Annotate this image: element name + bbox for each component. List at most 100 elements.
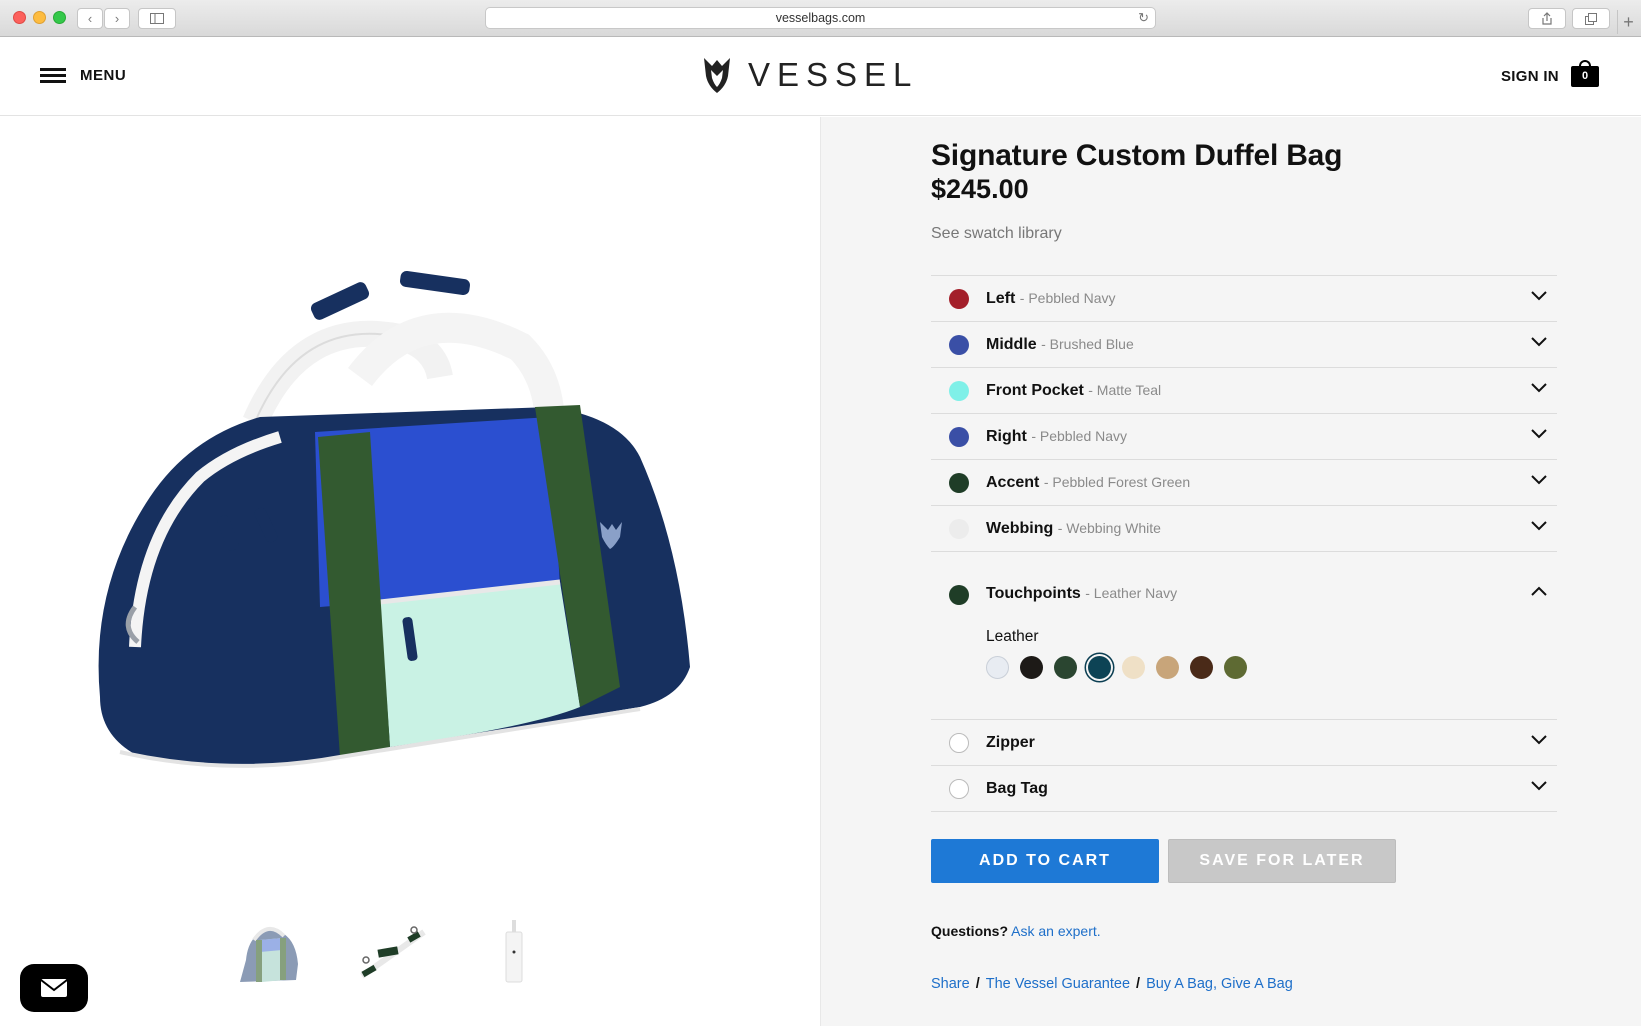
share-icon[interactable] — [1528, 8, 1566, 29]
new-tab-icon[interactable]: + — [1617, 10, 1639, 34]
brand-logo[interactable]: VESSEL — [702, 56, 918, 94]
option-middle[interactable]: Middle - Brushed Blue — [931, 322, 1557, 368]
color-dot — [949, 335, 969, 355]
forward-icon[interactable]: › — [104, 8, 130, 29]
help-line: Questions? Ask an expert. — [931, 923, 1101, 939]
reload-icon[interactable]: ↻ — [1138, 8, 1149, 28]
product-price: $245.00 — [931, 174, 1029, 204]
product-gallery — [0, 117, 820, 1026]
guarantee-link[interactable]: The Vessel Guarantee — [986, 976, 1130, 992]
option-value: - Webbing White — [1057, 520, 1161, 536]
material-label: Leather — [986, 628, 1039, 645]
option-touchpoints[interactable]: Touchpoints - Leather Navy Leather — [931, 552, 1557, 720]
option-left[interactable]: Left - Pebbled Navy — [931, 276, 1557, 322]
option-name: Zipper — [986, 734, 1035, 751]
option-name: Accent — [986, 474, 1040, 491]
chevron-down-icon — [1531, 475, 1547, 485]
give-link[interactable]: Buy A Bag, Give A Bag — [1146, 976, 1293, 992]
color-dot — [949, 289, 969, 309]
leather-swatch[interactable] — [1190, 656, 1213, 679]
option-accent[interactable]: Accent - Pebbled Forest Green — [931, 460, 1557, 506]
vessel-logo-icon — [704, 58, 730, 93]
option-name: Right — [986, 428, 1027, 445]
cart-count: 0 — [1571, 66, 1599, 87]
thumbnail-bag-front[interactable] — [232, 917, 308, 987]
ask-expert-link[interactable]: Ask an expert. — [1011, 923, 1101, 939]
address-bar[interactable]: vesselbags.com ↻ — [485, 7, 1156, 29]
product-title: Signature Custom Duffel Bag — [931, 139, 1343, 172]
chevron-down-icon — [1531, 337, 1547, 347]
cart-button[interactable]: 0 — [1571, 60, 1599, 87]
option-zipper[interactable]: Zipper — [931, 720, 1557, 766]
browser-toolbar: ‹ › vesselbags.com ↻ + — [0, 0, 1641, 37]
swatch-library-link[interactable]: See swatch library — [931, 225, 1062, 243]
save-for-later-button[interactable]: SAVE FOR LATER — [1168, 839, 1396, 883]
option-value: - Pebbled Navy — [1031, 428, 1128, 444]
share-link[interactable]: Share — [931, 976, 970, 992]
leather-swatch-group — [986, 656, 1247, 679]
option-bag-tag[interactable]: Bag Tag — [931, 766, 1557, 812]
option-right[interactable]: Right - Pebbled Navy — [931, 414, 1557, 460]
option-name: Webbing — [986, 520, 1054, 537]
chevron-down-icon — [1531, 781, 1547, 791]
brand-wordmark: VESSEL — [748, 56, 919, 93]
option-name: Left — [986, 290, 1016, 307]
tabs-overview-icon[interactable] — [1572, 8, 1610, 29]
leather-swatch[interactable] — [986, 656, 1009, 679]
chevron-down-icon — [1531, 735, 1547, 745]
color-dot — [949, 519, 969, 539]
leather-swatch[interactable] — [1156, 656, 1179, 679]
site-header: MENU VESSEL SIGN IN 0 — [0, 37, 1641, 116]
option-list: Left - Pebbled Navy Middle - Brushed Blu… — [931, 275, 1557, 812]
color-dot — [949, 381, 969, 401]
thumbnail-strip — [232, 917, 552, 987]
leather-swatch[interactable] — [1224, 656, 1247, 679]
color-dot — [949, 473, 969, 493]
minimize-window-button[interactable] — [33, 11, 46, 24]
back-icon[interactable]: ‹ — [77, 8, 103, 29]
separator: / — [1136, 976, 1141, 992]
email-signup-button[interactable] — [20, 964, 88, 1012]
chevron-down-icon — [1531, 429, 1547, 439]
thumbnail-bag-tag[interactable] — [476, 917, 552, 987]
separator: / — [975, 976, 980, 992]
sign-in-link[interactable]: SIGN IN — [1501, 68, 1559, 85]
option-webbing[interactable]: Webbing - Webbing White — [931, 506, 1557, 552]
option-name: Touchpoints — [986, 585, 1081, 602]
option-value: - Pebbled Navy — [1019, 290, 1116, 306]
leather-swatch[interactable] — [1020, 656, 1043, 679]
leather-swatch[interactable] — [1054, 656, 1077, 679]
option-value: - Leather Navy — [1085, 585, 1178, 601]
color-dot — [949, 585, 969, 605]
hamburger-icon — [40, 68, 66, 83]
thumbnail-strap[interactable] — [354, 917, 430, 987]
add-to-cart-button[interactable]: ADD TO CART — [931, 839, 1159, 883]
footer-links: Share / The Vessel Guarantee / Buy A Bag… — [931, 976, 1293, 992]
option-name: Bag Tag — [986, 780, 1048, 797]
option-value: - Matte Teal — [1088, 382, 1162, 398]
leather-swatch[interactable] — [1088, 656, 1111, 679]
menu-button[interactable]: MENU — [40, 67, 126, 84]
envelope-icon — [40, 979, 68, 997]
url-text: vesselbags.com — [775, 11, 866, 25]
color-dot — [949, 427, 969, 447]
questions-label: Questions? — [931, 923, 1009, 939]
color-dot — [949, 733, 969, 753]
option-name: Middle — [986, 336, 1037, 353]
option-value: - Brushed Blue — [1041, 336, 1134, 352]
close-window-button[interactable] — [13, 11, 26, 24]
leather-swatch[interactable] — [1122, 656, 1145, 679]
chevron-down-icon — [1531, 291, 1547, 301]
menu-label: MENU — [80, 67, 127, 84]
chevron-up-icon — [1531, 586, 1547, 596]
product-image — [98, 270, 691, 768]
product-config-panel: Signature Custom Duffel Bag $245.00 See … — [820, 117, 1641, 1026]
option-front-pocket[interactable]: Front Pocket - Matte Teal — [931, 368, 1557, 414]
option-name: Front Pocket — [986, 382, 1084, 399]
color-dot — [949, 779, 969, 799]
chevron-down-icon — [1531, 521, 1547, 531]
option-value: - Pebbled Forest Green — [1043, 474, 1191, 490]
chevron-down-icon — [1531, 383, 1547, 393]
zoom-window-button[interactable] — [53, 11, 66, 24]
sidebar-toggle-icon[interactable] — [138, 8, 176, 29]
